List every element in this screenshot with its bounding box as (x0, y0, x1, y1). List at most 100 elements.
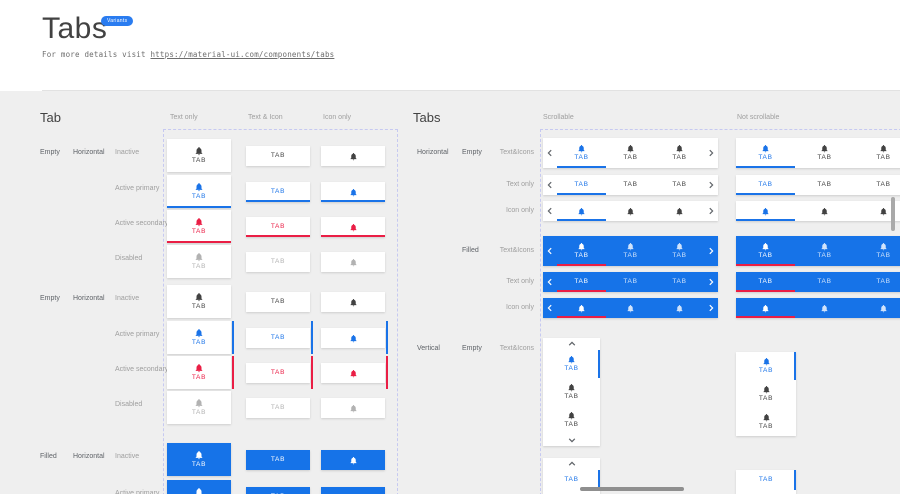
tab-icon[interactable] (606, 201, 655, 221)
tab-icon[interactable] (321, 450, 385, 470)
tab-text[interactable]: TAB (246, 182, 310, 202)
tab-texticon[interactable]: TAB (736, 352, 796, 380)
tab-texticon[interactable]: TAB (543, 350, 600, 378)
tab-text[interactable]: TAB (246, 450, 310, 470)
tab-text[interactable]: TAB (655, 175, 704, 195)
tab-texticon[interactable]: TAB (736, 138, 795, 168)
tab-label: TAB (564, 394, 578, 401)
tab-icon[interactable] (795, 298, 854, 318)
tab-icon[interactable] (321, 328, 385, 348)
tab-text[interactable]: TAB (246, 363, 310, 383)
tab-text[interactable]: TAB (854, 272, 900, 292)
tab-text[interactable]: TAB (736, 470, 796, 490)
tab-text[interactable]: TAB (736, 272, 795, 292)
tab-texticon[interactable]: TAB (606, 138, 655, 168)
chevron-left-icon[interactable] (543, 298, 557, 318)
chevron-right-icon[interactable] (704, 175, 718, 195)
tab-texticon[interactable]: TAB (167, 356, 231, 389)
tab-icon[interactable] (606, 298, 655, 318)
tab-icon[interactable] (736, 201, 795, 221)
tab-texticon[interactable]: TAB (795, 236, 854, 266)
tab-icon[interactable] (795, 201, 854, 221)
tab-text[interactable]: TAB (246, 328, 310, 348)
tab-texticon[interactable]: TAB (655, 138, 704, 168)
tab-texticon[interactable]: TAB (795, 138, 854, 168)
tab-texticon[interactable]: TAB (167, 139, 231, 172)
tab-texticon[interactable]: TAB (557, 138, 606, 168)
tab-texticon[interactable]: TAB (557, 236, 606, 266)
tab-icon[interactable] (321, 182, 385, 202)
tab-text[interactable]: TAB (795, 175, 854, 195)
tab-icon[interactable] (736, 298, 795, 318)
tab-text[interactable]: TAB (246, 217, 310, 237)
tab-texticon[interactable]: TAB (543, 378, 600, 406)
chevron-up-icon[interactable] (543, 338, 600, 350)
tab-icon[interactable] (321, 487, 385, 494)
material-ui-link[interactable]: https://material-ui.com/components/tabs (150, 50, 334, 59)
tab-icon[interactable] (321, 146, 385, 166)
tab-text[interactable]: TAB (557, 272, 606, 292)
tab-text[interactable]: TAB (606, 272, 655, 292)
tab-texticon[interactable]: TAB (167, 321, 231, 354)
tab-icon[interactable] (557, 201, 606, 221)
tab-icon[interactable] (854, 298, 900, 318)
tab-texticon[interactable]: TAB (167, 285, 231, 318)
tab-texticon[interactable]: TAB (167, 480, 231, 494)
tab-texticon[interactable]: TAB (543, 406, 600, 434)
tab-texticon[interactable]: TAB (167, 245, 231, 278)
chevron-right-icon[interactable] (704, 138, 718, 168)
tab-label: TAB (623, 182, 637, 189)
tab-texticon[interactable]: TAB (736, 408, 796, 436)
chevron-down-icon[interactable] (543, 434, 600, 446)
group-orientation-label: Horizontal (73, 295, 105, 302)
tab-text[interactable]: TAB (246, 252, 310, 272)
tab-text[interactable]: TAB (655, 272, 704, 292)
tab-texticon[interactable]: TAB (167, 175, 231, 208)
header-divider (42, 90, 900, 91)
tab-icon[interactable] (655, 201, 704, 221)
chevron-right-icon[interactable] (704, 201, 718, 221)
tab-text[interactable]: TAB (795, 272, 854, 292)
row-state-label: Inactive (115, 149, 139, 156)
notifications-bell-icon (194, 398, 204, 408)
tab-texticon[interactable]: TAB (167, 210, 231, 243)
tab-icon[interactable] (557, 298, 606, 318)
tab-icon[interactable] (321, 363, 385, 383)
tab-texticon[interactable]: TAB (854, 138, 900, 168)
tab-icon[interactable] (321, 217, 385, 237)
vertical-scrollbar-thumb[interactable] (891, 197, 895, 231)
chevron-left-icon[interactable] (543, 138, 557, 168)
tab-text[interactable]: TAB (606, 175, 655, 195)
tab-icon[interactable] (655, 298, 704, 318)
variants-badge: Variants (101, 16, 133, 26)
tab-text[interactable]: TAB (557, 175, 606, 195)
chevron-right-icon[interactable] (704, 272, 718, 292)
notifications-bell-icon (626, 144, 635, 153)
tab-texticon[interactable]: TAB (167, 391, 231, 424)
chevron-up-icon[interactable] (543, 458, 600, 470)
tab-icon[interactable] (321, 292, 385, 312)
chevron-left-icon[interactable] (543, 175, 557, 195)
tab-text[interactable]: TAB (854, 175, 900, 195)
chevron-left-icon[interactable] (543, 272, 557, 292)
tab-label: TAB (271, 457, 285, 464)
tab-text[interactable]: TAB (246, 146, 310, 166)
tab-texticon[interactable]: TAB (854, 236, 900, 266)
tab-text[interactable]: TAB (246, 292, 310, 312)
tab-text[interactable]: TAB (736, 175, 795, 195)
chevron-right-icon[interactable] (704, 236, 718, 266)
tab-icon[interactable] (321, 252, 385, 272)
tab-text[interactable]: TAB (736, 490, 796, 494)
tab-texticon[interactable]: TAB (736, 380, 796, 408)
horizontal-scrollbar-thumb[interactable] (580, 487, 684, 491)
chevron-right-icon[interactable] (704, 298, 718, 318)
tab-texticon[interactable]: TAB (655, 236, 704, 266)
tab-text[interactable]: TAB (246, 398, 310, 418)
tab-text[interactable]: TAB (246, 487, 310, 494)
chevron-left-icon[interactable] (543, 236, 557, 266)
chevron-left-icon[interactable] (543, 201, 557, 221)
tab-icon[interactable] (321, 398, 385, 418)
tab-texticon[interactable]: TAB (606, 236, 655, 266)
tab-texticon[interactable]: TAB (167, 443, 231, 476)
tab-texticon[interactable]: TAB (736, 236, 795, 266)
